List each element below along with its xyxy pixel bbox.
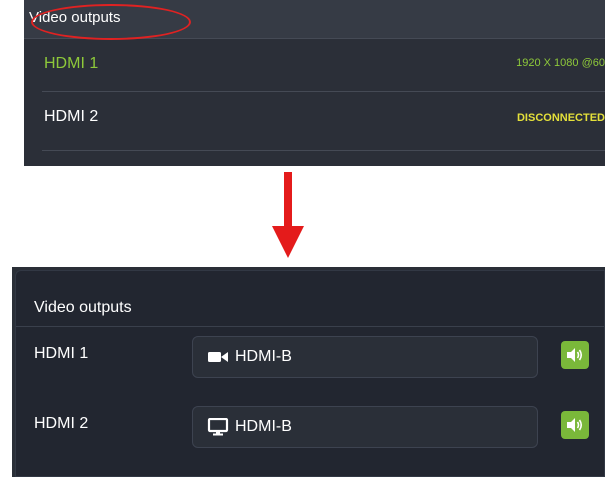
audio-button[interactable] (561, 341, 589, 369)
arrow-down-icon (272, 172, 304, 258)
source-select[interactable]: HDMI-B (192, 406, 538, 448)
new-video-outputs-panel: Video outputs HDMI 1 HDMI-B HDMI 2 HDMI-… (12, 267, 605, 477)
highlight-ellipse (31, 4, 191, 40)
output-name: HDMI 1 (34, 345, 89, 362)
camera-icon (208, 352, 228, 362)
old-video-outputs-panel: Video outputs HDMI 1 1920 X 1080 @60 HDM… (24, 0, 605, 166)
output-row-hdmi1: HDMI 1 HDMI-B (16, 331, 604, 391)
source-select[interactable]: HDMI-B (192, 336, 538, 378)
old-output-name: HDMI 1 (44, 55, 99, 72)
old-output-row-hdmi1[interactable]: HDMI 1 1920 X 1080 @60 (42, 39, 605, 92)
output-name: HDMI 2 (34, 415, 89, 432)
source-label: HDMI-B (235, 418, 292, 435)
audio-button[interactable] (561, 411, 589, 439)
old-output-name: HDMI 2 (44, 108, 99, 125)
monitor-icon (207, 418, 229, 436)
output-row-hdmi2: HDMI 2 HDMI-B (16, 401, 604, 461)
source-label: HDMI-B (235, 348, 292, 365)
speaker-icon (567, 418, 583, 432)
old-output-status: 1920 X 1080 @60 (516, 57, 605, 69)
old-output-row-hdmi2[interactable]: HDMI 2 DISCONNECTED (42, 92, 605, 151)
panel-header: Video outputs (16, 271, 604, 327)
panel-title: Video outputs (34, 299, 132, 316)
speaker-icon (567, 348, 583, 362)
old-output-status: DISCONNECTED (516, 112, 605, 124)
panel-body: Video outputs HDMI 1 HDMI-B HDMI 2 HDMI-… (15, 270, 605, 477)
